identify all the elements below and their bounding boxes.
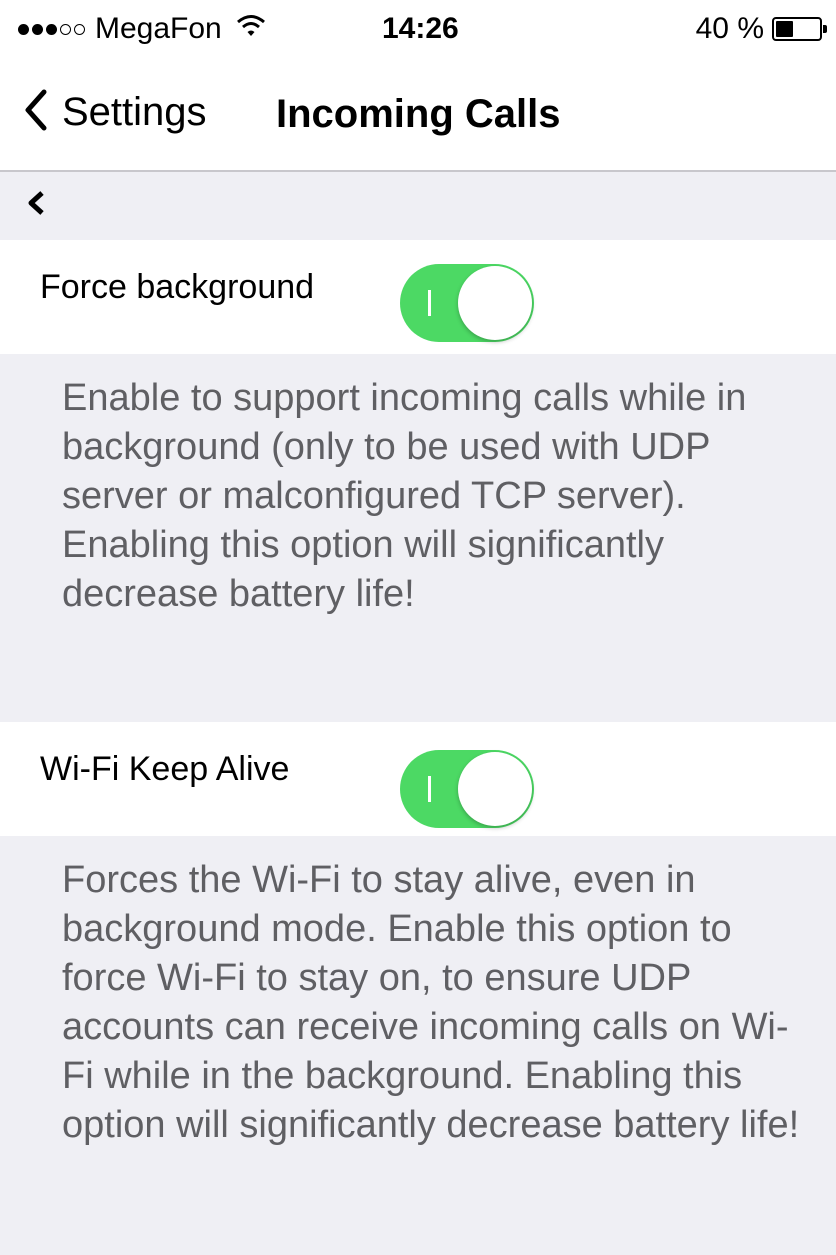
wifi-icon <box>236 12 266 46</box>
toggle-knob[interactable] <box>458 752 532 826</box>
back-to-settings-button[interactable]: Settings <box>24 88 207 137</box>
battery-level-fill <box>776 21 793 37</box>
toggle-knob[interactable] <box>458 266 532 340</box>
small-back-arrow-icon[interactable] <box>26 190 48 221</box>
signal-strength-icon <box>18 23 85 35</box>
setting-row-wifi-keep-alive: Wi-Fi Keep Alive <box>0 722 836 836</box>
signal-dot <box>74 23 85 35</box>
navigation-bar: Settings Incoming Calls <box>0 66 836 172</box>
carrier-group: MegaFon <box>18 12 266 46</box>
signal-dot <box>32 23 43 35</box>
description-force-background: Enable to support incoming calls while i… <box>0 354 836 722</box>
carrier-name: MegaFon <box>95 12 222 45</box>
screen: MegaFon 14:26 40 % Settings Incoming Cal… <box>0 0 836 1255</box>
toggle-on-mark <box>428 776 431 802</box>
description-wifi-keep-alive: Forces the Wi-Fi to stay alive, even in … <box>0 836 836 1255</box>
signal-dot <box>46 23 57 35</box>
battery-tip <box>823 25 827 33</box>
back-button-label: Settings <box>62 90 207 134</box>
setting-label-force-background: Force background <box>40 268 315 306</box>
sub-toolbar <box>0 172 836 240</box>
battery-icon <box>772 17 827 41</box>
setting-row-force-background: Force background <box>0 240 836 354</box>
battery-percent: 40 % <box>695 12 764 45</box>
setting-label-wifi-keep-alive: Wi-Fi Keep Alive <box>40 750 290 788</box>
page-title: Incoming Calls <box>276 92 561 136</box>
chevron-left-icon <box>24 88 48 137</box>
clock: 14:26 <box>382 12 459 45</box>
wifi-keep-alive-toggle[interactable] <box>400 750 534 828</box>
status-bar: MegaFon 14:26 40 % <box>0 0 836 66</box>
battery-group: 40 % <box>695 12 827 46</box>
force-background-toggle[interactable] <box>400 264 534 342</box>
toggle-on-mark <box>428 290 431 316</box>
signal-dot <box>60 23 71 35</box>
signal-dot <box>18 23 29 35</box>
